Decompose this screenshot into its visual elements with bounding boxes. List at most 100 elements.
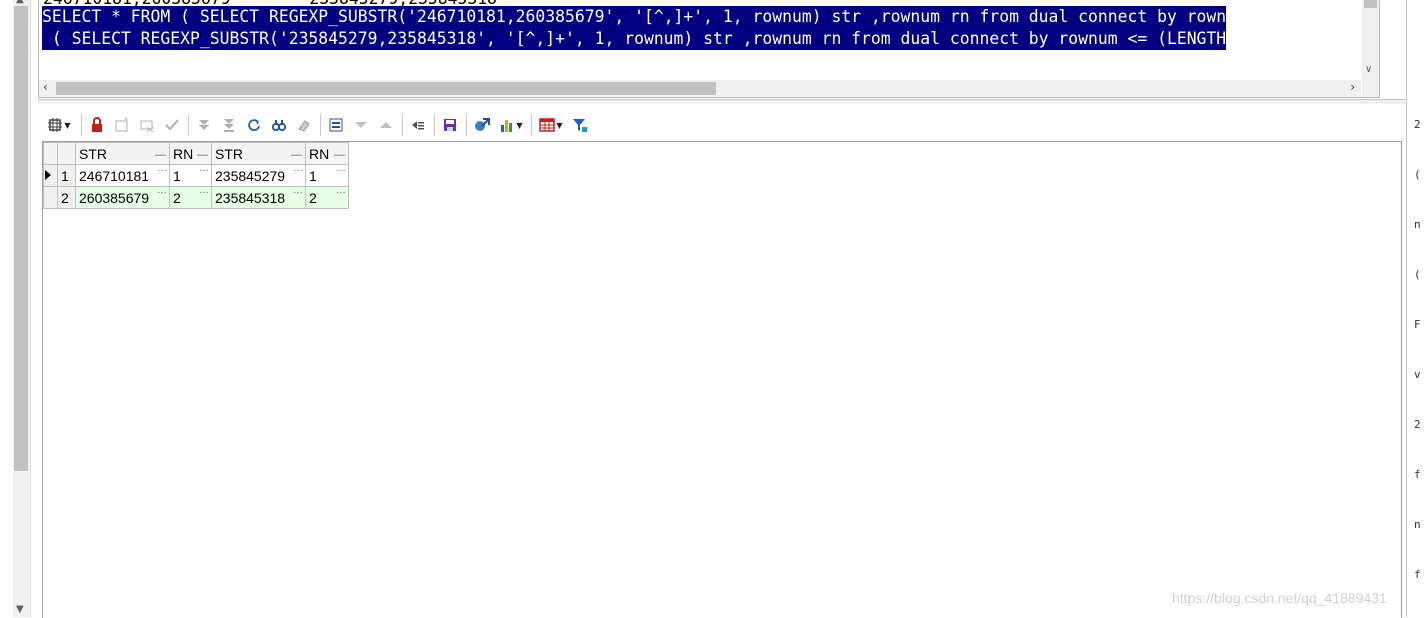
column-sort-handle-icon[interactable]: — xyxy=(155,149,166,161)
editor-vscroll-thumb[interactable] xyxy=(1364,0,1377,8)
single-record-view-icon[interactable] xyxy=(325,114,347,136)
cell-rn-2[interactable]: 1… xyxy=(305,163,349,187)
cell-edit-ellipsis-icon[interactable]: … xyxy=(293,185,303,196)
watermark-text: https://blog.csdn.net/qq_41889431 xyxy=(1172,590,1387,606)
caret-down-icon: ▼ xyxy=(556,120,563,130)
fetch-last-icon[interactable] xyxy=(218,114,240,136)
left-gutter xyxy=(0,0,13,617)
sql-editor[interactable]: 246710181,260385679 235845279,235845318 … xyxy=(38,0,1380,98)
refresh-icon[interactable] xyxy=(243,114,265,136)
cell-rn[interactable]: 1… xyxy=(169,163,212,187)
result-toolbar: ▼ * ▼ ▼ xyxy=(42,110,594,140)
chevron-right-icon[interactable]: › xyxy=(1350,80,1355,94)
save-icon[interactable] xyxy=(439,114,461,136)
strip-char: 2 xyxy=(1414,118,1421,131)
outer-scroll-thumb[interactable] xyxy=(14,6,28,471)
row-number[interactable]: 1 xyxy=(57,164,76,187)
table-row[interactable]: 2 260385679… 2… 235845318… 2… xyxy=(43,185,349,209)
toolbar-separator xyxy=(320,114,321,136)
post-changes-icon[interactable] xyxy=(161,114,183,136)
chevron-left-icon[interactable]: ‹ xyxy=(43,80,48,94)
cell-rn-2[interactable]: 2… xyxy=(305,185,349,209)
sort-asc-icon[interactable] xyxy=(375,114,397,136)
clear-icon[interactable] xyxy=(293,114,315,136)
cell-edit-ellipsis-icon[interactable]: … xyxy=(157,163,167,174)
cell-str-2[interactable]: 235845318 … xyxy=(211,185,306,209)
lock-icon[interactable] xyxy=(86,114,108,136)
row-indicator xyxy=(43,186,58,209)
cell-edit-ellipsis-icon[interactable]: … xyxy=(336,163,346,174)
strip-char: ( xyxy=(1414,168,1421,181)
editor-horizontal-scrollbar[interactable]: ‹ › xyxy=(39,80,1361,97)
column-sort-handle-icon[interactable]: — xyxy=(334,149,345,161)
cell-value: 2 xyxy=(309,189,317,206)
toolbar-separator xyxy=(531,114,532,136)
editor-hscroll-thumb[interactable] xyxy=(56,82,716,95)
delete-record-icon[interactable] xyxy=(136,114,158,136)
cell-value: 1 xyxy=(309,167,317,184)
row-number[interactable]: 2 xyxy=(57,186,76,209)
query-by-example-icon[interactable] xyxy=(407,114,429,136)
pane-splitter[interactable] xyxy=(38,99,1406,104)
column-header-label: RN xyxy=(309,145,330,162)
strip-char: v xyxy=(1414,368,1421,381)
cell-edit-ellipsis-icon[interactable]: … xyxy=(336,185,346,196)
cell-edit-ellipsis-icon[interactable]: … xyxy=(293,163,303,174)
toolbar-separator xyxy=(188,114,189,136)
export-icon[interactable] xyxy=(471,114,493,136)
grid-corner-cell[interactable] xyxy=(57,142,76,165)
caret-down-icon: ▼ xyxy=(64,120,71,130)
cell-rn[interactable]: 2… xyxy=(169,185,212,209)
scroll-down-icon[interactable]: ▼ xyxy=(16,604,24,615)
current-row-indicator-icon xyxy=(43,164,58,187)
outer-vertical-scrollbar[interactable]: ▲ ▼ xyxy=(13,0,31,617)
cell-edit-ellipsis-icon[interactable]: … xyxy=(157,185,167,196)
grid-corner-indicator xyxy=(43,142,58,165)
column-header-str[interactable]: STR — xyxy=(75,142,170,165)
new-record-icon[interactable]: * xyxy=(111,114,133,136)
find-icon[interactable] xyxy=(268,114,290,136)
grid-options-icon[interactable]: ▼ xyxy=(42,114,76,136)
filter-icon[interactable] xyxy=(569,114,591,136)
column-sort-handle-icon[interactable]: — xyxy=(291,149,302,161)
strip-char: 2 xyxy=(1414,418,1421,431)
editor-vertical-scrollbar[interactable]: ∨ xyxy=(1362,0,1379,80)
cell-str[interactable]: 260385679… xyxy=(75,185,170,209)
column-sort-handle-icon[interactable]: — xyxy=(197,149,208,161)
chevron-down-icon[interactable]: ∨ xyxy=(1365,64,1372,75)
chart-icon[interactable]: ▼ xyxy=(496,114,526,136)
fetch-next-icon[interactable] xyxy=(193,114,215,136)
code-line-selected-1[interactable]: SELECT * FROM ( SELECT REGEXP_SUBSTR('24… xyxy=(42,6,1227,28)
column-header-str-2[interactable]: STR — xyxy=(211,142,306,165)
column-header-rn-2[interactable]: RN — xyxy=(305,142,349,165)
cell-value: 1 xyxy=(173,167,181,184)
strip-char: n xyxy=(1414,218,1421,231)
scroll-corner xyxy=(1362,80,1379,97)
cell-value: 235845318 xyxy=(215,189,286,206)
grid-header-row: STR — RN — STR — RN — xyxy=(43,142,349,165)
toolbar-separator xyxy=(81,114,82,136)
cell-edit-ellipsis-icon[interactable]: … xyxy=(199,163,209,174)
result-grid: STR — RN — STR — RN — 1 246710181… 1… 235845… xyxy=(43,142,349,209)
column-header-label: STR xyxy=(215,145,243,162)
column-header-rn[interactable]: RN — xyxy=(169,142,212,165)
scroll-up-icon[interactable]: ▲ xyxy=(16,0,24,5)
toolbar-separator xyxy=(434,114,435,136)
result-grid-area[interactable]: STR — RN — STR — RN — 1 246710181… 1… 235845… xyxy=(42,141,1402,618)
strip-char: f xyxy=(1414,568,1421,581)
table-icon[interactable]: ▼ xyxy=(536,114,566,136)
cell-str[interactable]: 246710181… xyxy=(75,163,170,187)
caret-down-icon: ▼ xyxy=(516,120,523,130)
cell-str-2[interactable]: 235845279 … xyxy=(211,163,306,187)
cell-value: 235845279 xyxy=(215,167,286,184)
cell-edit-ellipsis-icon[interactable]: … xyxy=(199,185,209,196)
strip-char: ( xyxy=(1414,268,1421,281)
cell-value: 2 xyxy=(173,189,181,206)
strip-char: F xyxy=(1414,318,1421,331)
svg-text:*: * xyxy=(124,117,128,125)
sort-desc-icon[interactable] xyxy=(350,114,372,136)
table-row[interactable]: 1 246710181… 1… 235845279… 1… xyxy=(43,163,349,187)
code-line-selected-2[interactable]: ( SELECT REGEXP_SUBSTR('235845279,235845… xyxy=(42,28,1227,50)
strip-char: n xyxy=(1414,518,1421,531)
toolbar-separator xyxy=(466,114,467,136)
